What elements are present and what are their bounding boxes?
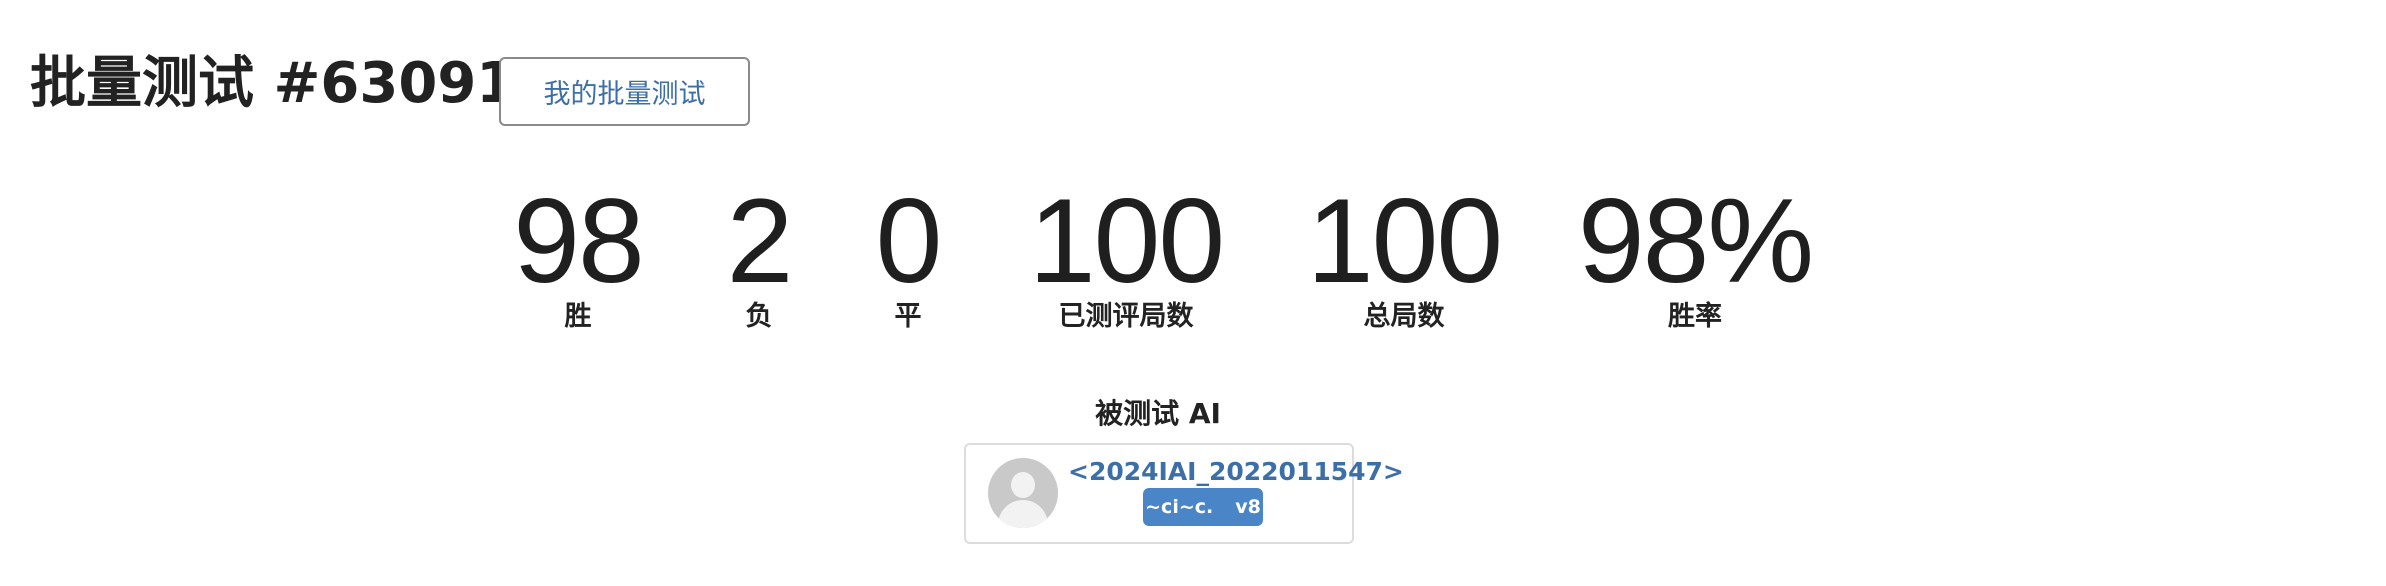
stat-evaluated-games: 100 已测评局数 [1028,174,1225,334]
tested-ai-heading: 被测试 AI [1095,397,1221,430]
ai-name-link[interactable]: <2024IAI_2022011547> [1068,457,1404,486]
stat-total-games: 100 总局数 [1306,174,1503,334]
stat-value: 98% [1577,174,1814,308]
stat-win-rate: 98% 胜率 [1577,174,1814,334]
stat-wins: 98 胜 [513,174,644,334]
stat-value: 100 [1028,174,1225,308]
stat-value: 98 [513,174,644,308]
stat-value: 0 [875,174,943,308]
stat-value: 100 [1306,174,1503,308]
my-batch-tests-button[interactable]: 我的批量测试 [499,57,750,126]
page-title: 批量测试 #63091 [30,51,516,116]
tested-ai-card: <2024IAI_2022011547> ~ci~c. v8 [964,443,1404,544]
stat-draws: 0 平 [875,174,943,334]
ai-version-badge[interactable]: ~ci~c. v8 [1143,488,1263,526]
badge-code: ~ci~c. [1145,496,1214,518]
stat-losses: 2 负 [726,174,794,334]
user-avatar-placeholder-icon [988,458,1058,528]
stat-value: 2 [726,174,794,308]
badge-version: v8 [1235,496,1261,518]
